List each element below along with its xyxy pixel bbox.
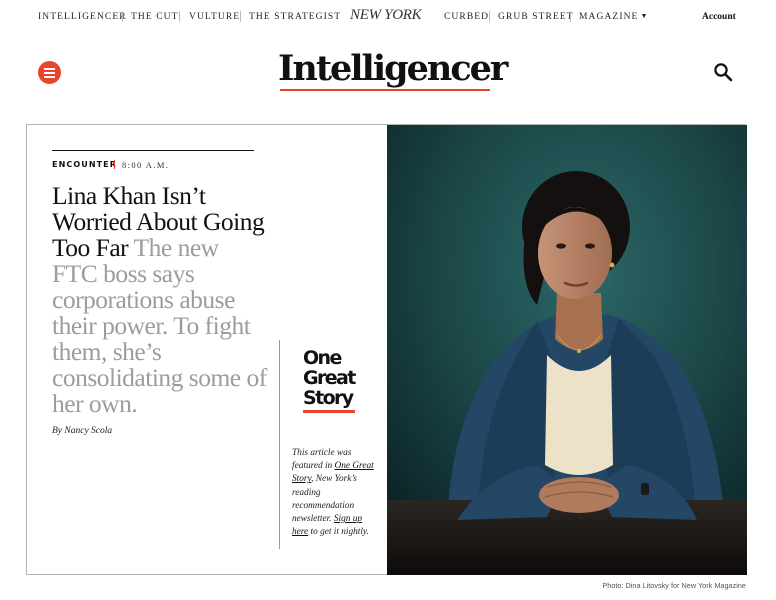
nav-link-magazine-label: MAGAZINE [579, 12, 639, 22]
search-button[interactable] [712, 61, 734, 83]
nav-link-the-strategist[interactable]: THE STRATEGIST [249, 12, 341, 22]
photo-credit: Photo: Dina Litovsky for New York Magazi… [602, 581, 746, 590]
nav-link-curbed[interactable]: CURBED [444, 12, 489, 22]
account-link[interactable]: Account [702, 12, 736, 22]
menu-button[interactable] [38, 61, 61, 84]
nav-link-grub-street[interactable]: GRUB STREET [498, 12, 574, 22]
search-icon [714, 63, 733, 82]
nav-divider [179, 11, 180, 22]
portrait-illustration [387, 125, 747, 575]
rubric-label[interactable]: ENCOUNTER [52, 160, 117, 169]
ogs-underline [303, 410, 355, 413]
article-card[interactable]: ENCOUNTER 8:00 A.M. Lina Khan Isn’t Worr… [26, 124, 747, 575]
dek-text: The new FTC boss says corporations abuse… [52, 233, 267, 418]
newsletter-note: This article was featured in One Great S… [292, 447, 376, 539]
nav-divider [240, 11, 241, 22]
new-york-logo[interactable]: NEW YORK [350, 7, 422, 24]
rubric-divider [114, 160, 115, 169]
nav-divider [489, 11, 490, 22]
masthead-underline [280, 89, 490, 91]
menu-icon [44, 68, 55, 70]
nav-link-magazine[interactable]: MAGAZINE ▼ [579, 12, 647, 22]
ogs-line: Story [303, 387, 354, 409]
promo-divider [279, 340, 280, 549]
rubric-rule [52, 150, 254, 151]
note-text: to get it nightly. [308, 527, 369, 538]
masthead-title: Intelligencer [278, 48, 508, 89]
ogs-line: Great [303, 367, 356, 389]
menu-icon-bar [44, 72, 55, 74]
one-great-story-logo: One Great Story [303, 348, 365, 413]
top-nav: INTELLIGENCER THE CUT VULTURE THE STRATE… [0, 0, 776, 34]
publish-time: 8:00 A.M. [122, 160, 170, 170]
menu-icon-bar [44, 76, 55, 78]
nav-link-vulture[interactable]: VULTURE [189, 12, 240, 22]
byline[interactable]: By Nancy Scola [52, 426, 112, 436]
nav-link-the-cut[interactable]: THE CUT [131, 12, 179, 22]
nav-divider [122, 11, 123, 22]
nav-link-intelligencer[interactable]: INTELLIGENCER [38, 12, 127, 22]
nav-divider [570, 11, 571, 22]
article-headline[interactable]: Lina Khan Isn’t Worried About Going Too … [52, 183, 267, 417]
article-photo[interactable] [387, 125, 747, 575]
ogs-line: One [303, 347, 342, 369]
masthead[interactable]: Intelligencer [278, 46, 508, 96]
chevron-down-icon: ▼ [640, 12, 648, 20]
